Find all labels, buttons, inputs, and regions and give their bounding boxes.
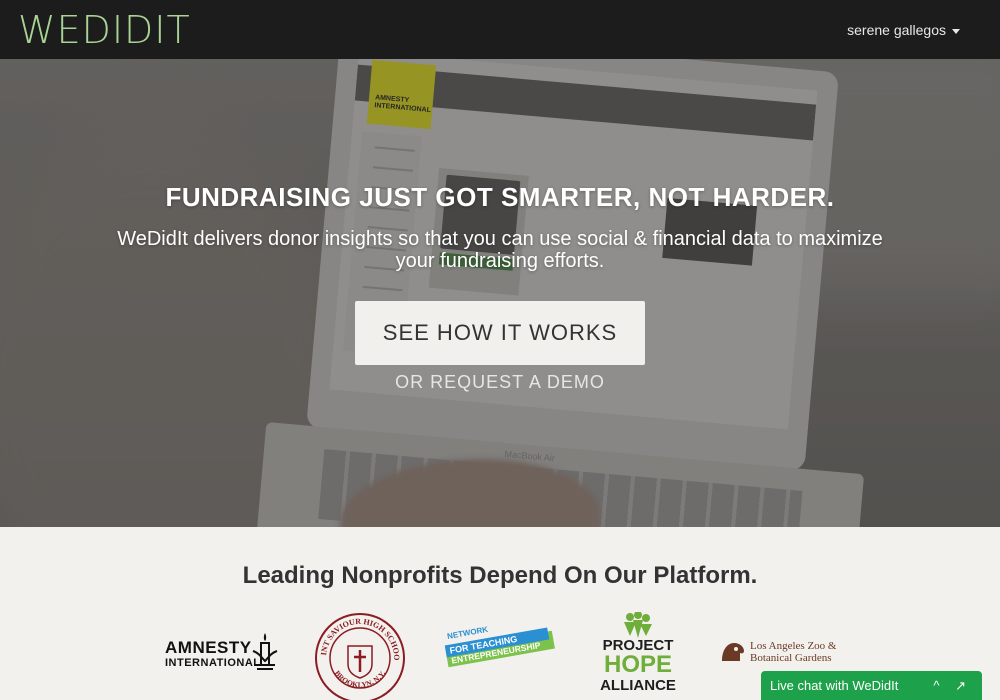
saint-saviour-seal-logo: SAINT SAVIOUR HIGH SCHOOL BROOKLYN, N.Y. <box>314 612 405 700</box>
amnesty-word: AMNESTY <box>165 638 252 657</box>
amnesty-international-logo: AMNESTY INTERNATIONAL <box>165 633 280 673</box>
user-menu[interactable]: serene gallegos <box>847 20 960 40</box>
live-chat-label[interactable]: Live chat with WeDidIt <box>770 678 898 693</box>
hero-dark-overlay <box>0 59 1000 527</box>
nfte-line1: NETWORK <box>446 625 488 641</box>
seal-ring-text: SAINT SAVIOUR HIGH SCHOOL <box>314 612 401 661</box>
alliance-word: ALLIANCE <box>600 677 676 694</box>
brand-logo[interactable]: WEDIDIT <box>18 8 191 52</box>
la-zoo-text-1: Los Angeles Zoo & <box>750 640 837 652</box>
candle-icon <box>252 633 278 670</box>
expand-icon[interactable]: ^ ↗ <box>933 671 972 700</box>
hero-subtitle: WeDidIt delivers donor insights so that … <box>117 228 883 272</box>
user-name[interactable]: serene gallegos <box>847 20 946 40</box>
see-how-it-works-button[interactable]: SEE HOW IT WORKS <box>355 301 645 365</box>
international-word: INTERNATIONAL <box>165 657 261 669</box>
zoo-animal-icon <box>722 643 744 661</box>
project-hope-alliance-logo: PROJECT HOPE ALLIANCE <box>596 612 680 700</box>
caret-down-icon[interactable] <box>952 28 960 34</box>
la-zoo-text-2: Botanical Gardens <box>750 652 832 664</box>
la-zoo-logo: Los Angeles Zoo & Botanical Gardens <box>720 637 840 673</box>
top-navbar: WEDIDIT serene gallegos <box>0 0 1000 59</box>
hope-word: HOPE <box>603 651 672 678</box>
hero-title: FUNDRAISING JUST GOT SMARTER, NOT HARDER… <box>165 182 835 212</box>
partners-heading: Leading Nonprofits Depend On Our Platfor… <box>242 562 758 589</box>
request-demo-link[interactable]: OR REQUEST A DEMO <box>0 370 1000 394</box>
hero-section: AMNESTY INTERNATIONAL MacBook Air FUNDRA… <box>0 59 1000 527</box>
people-icon <box>624 612 652 638</box>
live-chat-widget[interactable]: Live chat with WeDidIt ^ ↗ <box>761 671 982 700</box>
nfte-logo: NETWORK FOR TEACHING ENTREPRENEURSHIP <box>444 625 555 668</box>
